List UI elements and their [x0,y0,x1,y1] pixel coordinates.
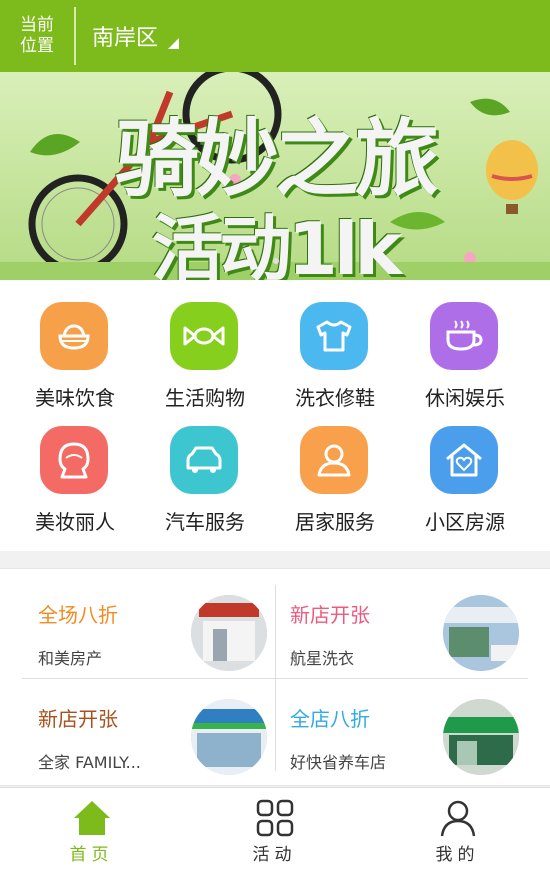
deal-card[interactable]: 全场八折 和美房产 [24,569,276,671]
category-leisure[interactable]: 休闲娱乐 [400,280,530,410]
banner-subtitle: 活动1lk [151,207,403,280]
category-label: 汽车服务 [165,510,245,534]
location-label: 当前 位置 [0,0,74,72]
shop-photo [443,595,519,671]
tshirt-icon [300,302,368,370]
user-icon [440,800,476,837]
tab-home[interactable]: 首页 [0,788,183,872]
car-icon [170,426,238,494]
shop-photo [191,595,267,671]
deal-shop-name: 全家 FAMILY... [38,753,141,772]
location-divider [74,7,76,65]
category-grid: 美味饮食 生活购物 洗衣修鞋 休闲娱乐 美妆丽人 汽车服务 居家服务 小区房源 [0,280,550,551]
promo-banner[interactable]: 骑妙之旅 活动1lk [0,72,550,280]
deal-shop-name: 和美房产 [38,649,103,668]
deal-shop-name: 航星洗衣 [290,649,355,668]
deal-title: 新店开张 [290,603,370,627]
deal-shop-name: 好快省养车店 [290,753,387,772]
tab-label: 活动 [252,845,297,865]
category-home-service[interactable]: 居家服务 [270,404,400,534]
category-car[interactable]: 汽车服务 [140,404,270,534]
category-label: 美妆丽人 [35,510,115,534]
location-label-line2: 位置 [20,36,54,56]
tab-activities[interactable]: 活动 [183,788,366,872]
grid-icon [256,799,294,837]
deal-title: 新店开张 [38,707,118,731]
banner-page-indicator[interactable] [273,258,279,264]
dropdown-caret-icon [168,38,180,49]
tab-label: 首页 [69,845,114,865]
deal-card[interactable]: 新店开张 全家 FAMILY... [24,673,276,775]
house-heart-icon [430,426,498,494]
food-bowl-icon [40,302,108,370]
deal-title: 全店八折 [290,707,370,731]
category-food[interactable]: 美味饮食 [10,280,140,410]
deal-title: 全场八折 [38,603,118,627]
person-icon [300,426,368,494]
woman-face-icon [40,426,108,494]
deals-panel: 全场八折 和美房产 新店开张 航星洗衣 新店开张 全家 FAMILY... 全店… [0,568,550,786]
category-shopping[interactable]: 生活购物 [140,280,270,410]
shop-photo [191,699,267,775]
deal-card[interactable]: 新店开张 航星洗衣 [276,569,528,671]
category-label: 居家服务 [295,510,375,534]
coffee-cup-icon [430,302,498,370]
home-icon [74,801,110,835]
location-label-line1: 当前 [20,15,54,35]
tab-profile[interactable]: 我的 [366,788,549,872]
bottom-tab-bar: 首页 活动 我的 [0,787,550,872]
category-beauty[interactable]: 美妆丽人 [10,404,140,534]
shop-photo [443,699,519,775]
deal-card[interactable]: 全店八折 好快省养车店 [276,673,528,775]
category-label: 小区房源 [425,510,505,534]
tab-label: 我的 [435,845,480,865]
city-name: 南岸区 [92,26,159,51]
top-header: 当前 位置 南岸区 [0,0,550,72]
category-laundry[interactable]: 洗衣修鞋 [270,280,400,410]
category-housing[interactable]: 小区房源 [400,404,530,534]
candy-icon [170,302,238,370]
city-selector[interactable]: 南岸区 [92,20,180,52]
